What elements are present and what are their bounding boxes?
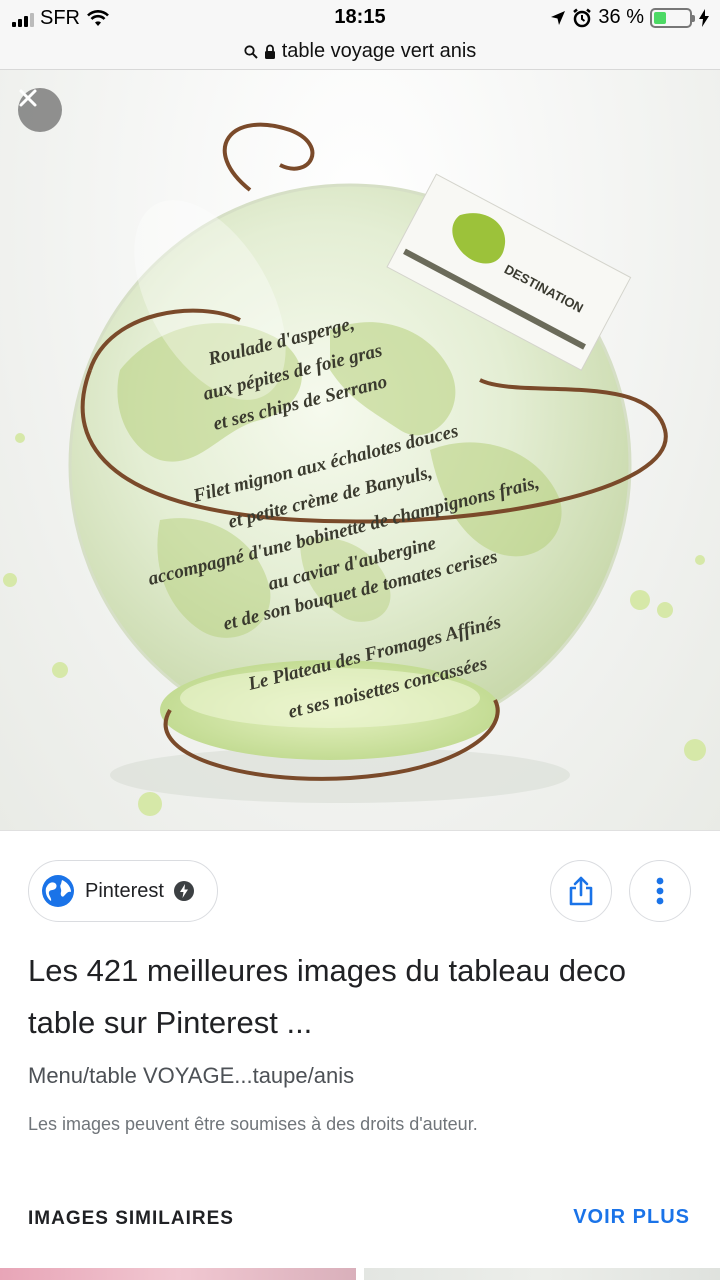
result-image[interactable]: DESTINATION Roulade d'asperge, aux pépite…	[0, 70, 720, 830]
status-right: 36 %	[550, 6, 710, 29]
similar-image-thumbnail[interactable]	[364, 1268, 720, 1280]
battery-percent: 36 %	[598, 6, 644, 28]
url-bar[interactable]: table voyage vert anis	[0, 34, 720, 70]
result-card: Pinterest Les 421 meilleures images du t…	[0, 830, 720, 1280]
close-button[interactable]	[18, 88, 62, 132]
location-arrow-icon	[551, 10, 566, 25]
similar-images-heading: IMAGES SIMILAIRES	[28, 1208, 234, 1229]
search-icon	[244, 44, 258, 59]
similar-image-thumbnail[interactable]	[0, 1268, 356, 1280]
status-bar: SFR 18:15 36 %	[0, 0, 720, 34]
battery-icon	[650, 7, 695, 28]
amp-bolt-icon	[173, 881, 194, 901]
result-subtitle: Menu/table VOYAGE...taupe/anis	[28, 1063, 355, 1088]
share-icon	[569, 876, 593, 906]
result-title[interactable]: Les 421 meilleures images du tableau dec…	[28, 945, 688, 1049]
url-query: table voyage vert anis	[281, 40, 477, 62]
see-more-button[interactable]: VOIR PLUS	[573, 1206, 690, 1229]
more-options-button[interactable]	[629, 860, 691, 922]
source-chip[interactable]: Pinterest	[28, 860, 218, 922]
globe-icon	[42, 875, 74, 907]
copyright-notice: Les images peuvent être soumises à des d…	[28, 1114, 478, 1134]
more-vert-icon	[656, 877, 664, 905]
alarm-icon	[573, 8, 592, 27]
close-icon	[19, 89, 37, 107]
lock-icon	[264, 44, 275, 59]
source-label: Pinterest	[85, 879, 164, 902]
menu-globe-illustration: DESTINATION Roulade d'asperge,aux pépite…	[3, 122, 706, 816]
charging-icon	[699, 8, 709, 27]
share-button[interactable]	[550, 860, 612, 922]
